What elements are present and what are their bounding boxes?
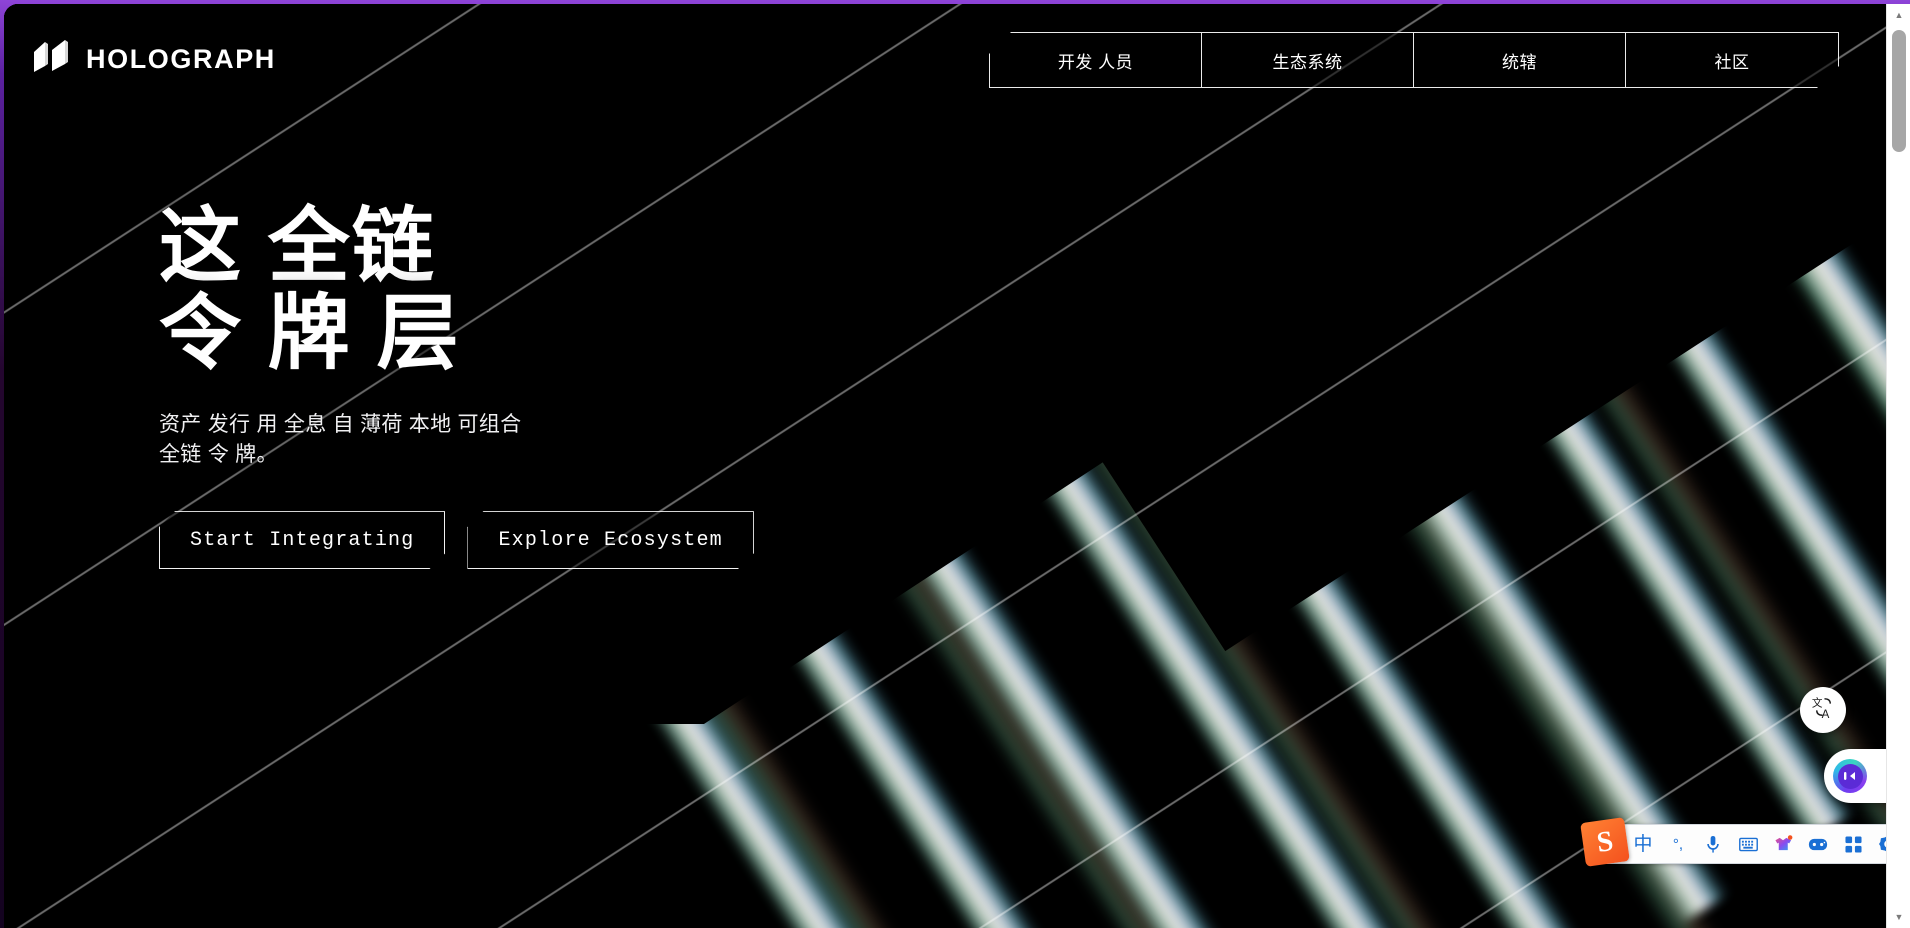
translate-icon: 文 A — [1810, 694, 1837, 726]
brand-wordmark: HOLOGRAPH — [86, 44, 276, 74]
input-mode-chinese-icon[interactable]: 中 — [1632, 832, 1654, 856]
svg-text:文: 文 — [1811, 697, 1822, 710]
assistant-orb-face — [1837, 763, 1863, 789]
svg-text:A: A — [1821, 709, 1829, 721]
sogou-ime-toolbar: 中 °, — [1589, 824, 1909, 864]
main-nav: 开发 人员 生态系统 统辖 社区 — [989, 32, 1839, 88]
browser-window-frame: HOLOGRAPH 开发 人员 生态系统 统辖 社区 这 全链 令 牌 层 资产… — [0, 0, 1910, 928]
translate-page-button[interactable]: 文 A — [1800, 687, 1846, 733]
explore-ecosystem-button[interactable]: Explore Ecosystem — [467, 511, 753, 569]
toolbox-grid-icon[interactable] — [1842, 832, 1864, 856]
assistant-widget-button[interactable] — [1824, 749, 1886, 803]
skin-theme-icon[interactable] — [1772, 832, 1794, 856]
soft-keyboard-icon[interactable] — [1737, 832, 1759, 856]
hero-subtitle: 资产 发行 用 全息 自 薄荷 本地 可组合 全链 令 牌。 — [159, 412, 522, 467]
sogou-ime-logo-icon[interactable]: S — [1580, 817, 1630, 867]
sidebar-item-developers[interactable]: 开发 人员 — [990, 33, 1202, 87]
site-header: HOLOGRAPH 开发 人员 生态系统 统辖 社区 — [4, 4, 1886, 124]
page-title: 这 全链 令 牌 层 — [159, 201, 461, 379]
punctuation-mode-icon[interactable]: °, — [1667, 832, 1689, 856]
scroll-down-arrow-icon[interactable]: ▼ — [1887, 906, 1910, 928]
brand-logo-link[interactable]: HOLOGRAPH — [32, 40, 276, 79]
expression-emoji-icon[interactable] — [1807, 832, 1829, 856]
sidebar-item-ecosystem[interactable]: 生态系统 — [1202, 33, 1414, 87]
page-viewport: HOLOGRAPH 开发 人员 生态系统 统辖 社区 这 全链 令 牌 层 资产… — [4, 4, 1886, 928]
start-integrating-button[interactable]: Start Integrating — [159, 511, 445, 569]
scroll-up-arrow-icon[interactable]: ▲ — [1887, 4, 1910, 26]
scrollbar-thumb[interactable] — [1892, 30, 1906, 152]
hero-section: 这 全链 令 牌 层 资产 发行 用 全息 自 薄荷 本地 可组合 全链 令 牌… — [159, 201, 879, 569]
voice-input-icon[interactable] — [1702, 832, 1724, 856]
assistant-orb-icon — [1833, 759, 1867, 793]
sidebar-item-community[interactable]: 社区 — [1626, 33, 1838, 87]
vertical-scrollbar[interactable]: ▲ ▼ — [1886, 4, 1910, 928]
hero-action-buttons: Start Integrating Explore Ecosystem — [159, 511, 879, 569]
holograph-prism-logo-icon — [32, 40, 72, 79]
sidebar-item-governance[interactable]: 统辖 — [1414, 33, 1626, 87]
